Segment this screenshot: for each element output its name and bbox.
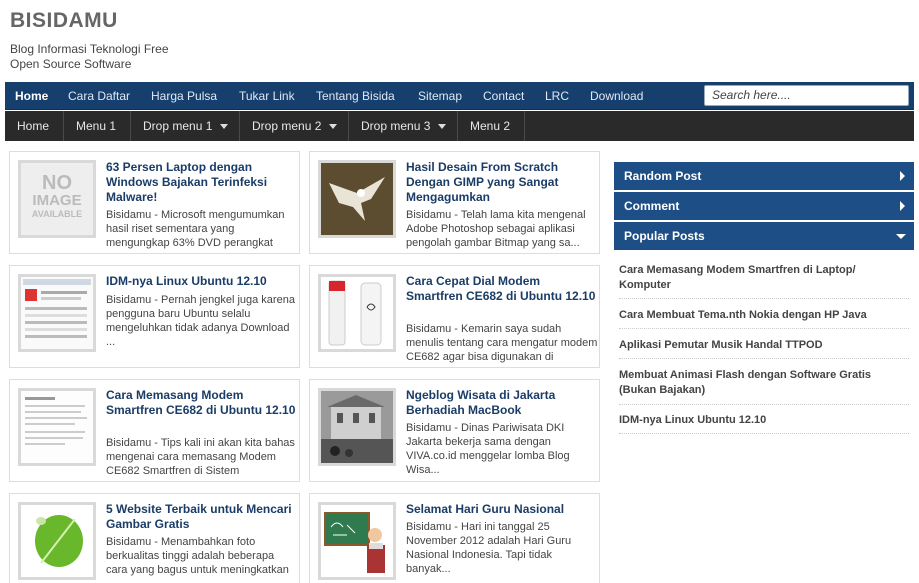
sidebar-tab-random-post[interactable]: Random Post (614, 162, 914, 190)
nav-home[interactable]: Home (15, 82, 48, 110)
drop-menu-1[interactable]: Drop menu 1 (131, 111, 240, 141)
drop-menu-3[interactable]: Drop menu 3 (349, 111, 458, 141)
popular-post-link[interactable]: IDM-nya Linux Ubuntu 12.10 (619, 413, 909, 428)
post-title[interactable]: Ngeblog Wisata di Jakarta Berhadiah MacB… (406, 388, 596, 418)
post-title[interactable]: Selamat Hari Guru Nasional (406, 502, 596, 517)
drop-menu-2[interactable]: Drop menu 2 (240, 111, 349, 141)
post-excerpt: Bisidamu - Microsoft mengumumkan hasil r… (106, 209, 285, 249)
menu-1-label: Menu 1 (76, 119, 117, 133)
popular-post-link[interactable]: Membuat Animasi Flash dengan Software Gr… (619, 368, 909, 398)
sidebar-tab-label: Random Post (624, 169, 702, 183)
divider (619, 358, 909, 359)
post-excerpt: Bisidamu - Menambahkan foto berkualitas … (106, 536, 289, 576)
popular-post-link[interactable]: Aplikasi Pemutar Musik Handal TTPOD (619, 338, 909, 353)
post-card: IDM-nya Linux Ubuntu 12.10 Bisidamu - Pe… (9, 265, 300, 368)
post-title[interactable]: Cara Memasang Modem Smartfren CE682 di U… (106, 388, 296, 418)
menu-home[interactable]: Home (5, 111, 64, 141)
nav-contact[interactable]: Contact (483, 82, 524, 110)
menu-home-label: Home (17, 119, 50, 133)
sidebar-tab-label: Comment (624, 199, 680, 213)
nav-cara-daftar[interactable]: Cara Daftar (68, 82, 130, 110)
site-title[interactable]: BISIDAMU (10, 9, 118, 33)
search-input[interactable]: Search here.... (704, 85, 909, 106)
nav-lrc[interactable]: LRC (545, 82, 569, 110)
popular-post-link[interactable]: Cara Memasang Modem Smartfren di Laptop/… (619, 263, 909, 293)
post-title[interactable]: Cara Cepat Dial Modem Smartfren CE682 di… (406, 274, 596, 304)
sidebar-tab-label: Popular Posts (624, 229, 705, 243)
building-thumbnail[interactable] (318, 388, 396, 466)
menu-1[interactable]: Menu 1 (64, 111, 131, 141)
chevron-down-icon (329, 124, 338, 130)
post-card: 5 Website Terbaik untuk Mencari Gambar G… (9, 493, 300, 583)
nav-sitemap[interactable]: Sitemap (418, 82, 462, 110)
divider (619, 298, 909, 299)
nav-tentang-bisida[interactable]: Tentang Bisida (316, 82, 395, 110)
primary-nav: Home Cara Daftar Harga Pulsa Tukar Link … (5, 82, 914, 110)
divider (619, 404, 909, 405)
post-excerpt: Bisidamu - Telah lama kita mengenal Adob… (406, 209, 586, 249)
menu-2[interactable]: Menu 2 (458, 111, 525, 141)
no-image-text: IMAGE (32, 192, 82, 209)
drop-menu-3-label: Drop menu 3 (361, 119, 431, 133)
post-card: Ngeblog Wisata di Jakarta Berhadiah MacB… (309, 379, 600, 482)
arrow-down-icon (896, 234, 906, 239)
post-card: NO IMAGE AVAILABLE 63 Persen Laptop deng… (9, 151, 300, 254)
post-excerpt: Bisidamu - Dinas Pariwisata DKI Jakarta … (406, 422, 570, 476)
menu-2-label: Menu 2 (470, 119, 511, 133)
divider (619, 328, 909, 329)
nav-harga-pulsa[interactable]: Harga Pulsa (151, 82, 217, 110)
post-title[interactable]: Hasil Desain From Scratch Dengan GIMP ya… (406, 160, 596, 205)
post-excerpt: Bisidamu - Tips kali ini akan kita bahas… (106, 437, 295, 477)
teacher-thumbnail[interactable] (318, 502, 396, 580)
nav-download[interactable]: Download (590, 82, 643, 110)
post-excerpt: Bisidamu - Kemarin saya sudah menulis te… (406, 323, 598, 363)
sidebar-tab-popular-posts[interactable]: Popular Posts (614, 222, 914, 250)
post-card: Cara Cepat Dial Modem Smartfren CE682 di… (309, 265, 600, 368)
post-card: Hasil Desain From Scratch Dengan GIMP ya… (309, 151, 600, 254)
leaf-thumbnail[interactable] (18, 502, 96, 580)
no-image-text: AVAILABLE (31, 209, 83, 219)
post-title[interactable]: 63 Persen Laptop dengan Windows Bajakan … (106, 160, 296, 205)
post-title[interactable]: IDM-nya Linux Ubuntu 12.10 (106, 274, 296, 289)
post-title[interactable]: 5 Website Terbaik untuk Mencari Gambar G… (106, 502, 296, 532)
arrow-right-icon (900, 201, 905, 211)
screenshot-thumbnail[interactable] (18, 274, 96, 352)
sidebar-tab-comment[interactable]: Comment (614, 192, 914, 220)
popular-post-link[interactable]: Cara Membuat Tema.nth Nokia dengan HP Ja… (619, 308, 909, 323)
post-excerpt: Bisidamu - Pernah jengkel juga karena pe… (106, 294, 295, 348)
modem-thumbnail[interactable] (318, 274, 396, 352)
secondary-nav: Home Menu 1 Drop menu 1 Drop menu 2 Drop… (5, 111, 914, 141)
post-excerpt: Bisidamu - Hari ini tanggal 25 November … (406, 521, 572, 575)
post-card: Cara Memasang Modem Smartfren CE682 di U… (9, 379, 300, 482)
chevron-down-icon (438, 124, 447, 130)
divider (619, 433, 909, 434)
nav-tukar-link[interactable]: Tukar Link (239, 82, 295, 110)
drop-menu-1-label: Drop menu 1 (143, 119, 213, 133)
no-image-thumbnail[interactable]: NO IMAGE AVAILABLE (18, 160, 96, 238)
site-description: Blog Informasi Teknologi Free Open Sourc… (10, 42, 169, 71)
drop-menu-2-label: Drop menu 2 (252, 119, 322, 133)
document-thumbnail[interactable] (18, 388, 96, 466)
arrow-right-icon (900, 171, 905, 181)
no-image-text: NO (42, 172, 72, 194)
post-card: Selamat Hari Guru Nasional Bisidamu - Ha… (309, 493, 600, 583)
eagle-thumbnail[interactable] (318, 160, 396, 238)
chevron-down-icon (220, 124, 229, 130)
